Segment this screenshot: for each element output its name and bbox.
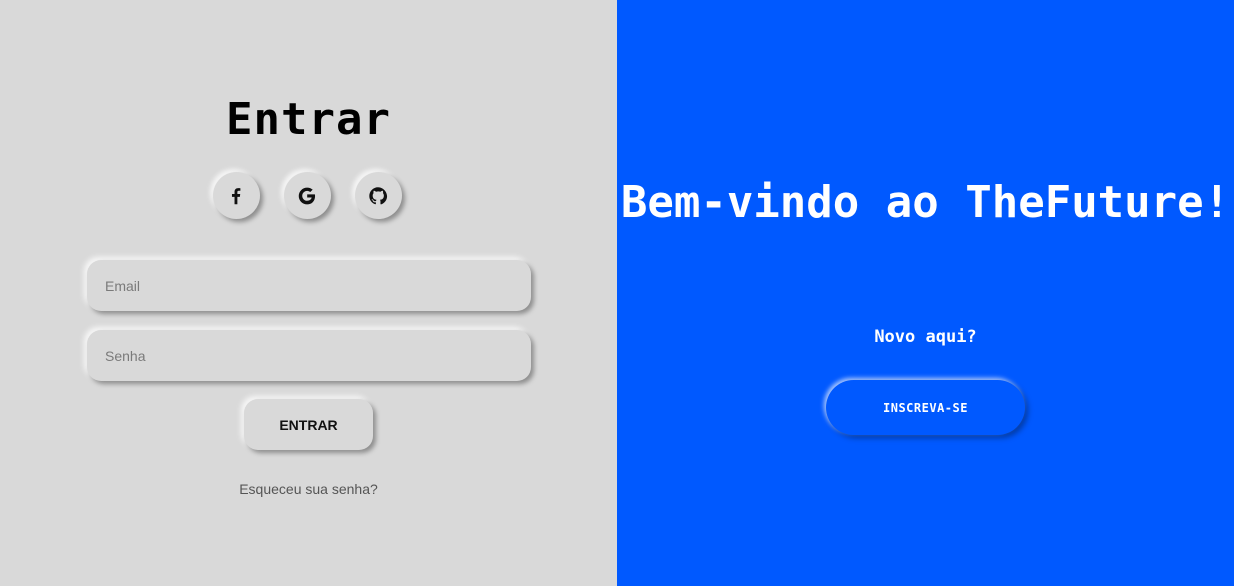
facebook-icon [231,187,241,204]
welcome-heading: Bem-vindo ao TheFuture! [620,177,1231,228]
github-icon [369,186,388,204]
login-panel: Entrar ENTRAR Esqueceu sua senha? [0,0,617,586]
login-button[interactable]: ENTRAR [244,399,373,450]
page: Entrar ENTRAR Esqueceu sua senha? [0,0,1234,586]
signup-button[interactable]: INSCREVA-SE [826,380,1025,435]
google-icon [298,187,316,204]
forgot-password-link[interactable]: Esqueceu sua senha? [0,481,617,497]
social-login-group [0,172,617,219]
signup-subtitle: Novo aqui? [874,327,977,347]
facebook-login-button[interactable] [212,172,260,219]
github-login-button[interactable] [354,172,402,219]
google-login-button[interactable] [283,172,331,219]
login-title: Entrar [226,94,391,145]
password-field[interactable] [87,330,531,381]
email-field[interactable] [87,260,531,311]
signup-panel: Bem-vindo ao TheFuture! Novo aqui? INSCR… [617,0,1234,586]
